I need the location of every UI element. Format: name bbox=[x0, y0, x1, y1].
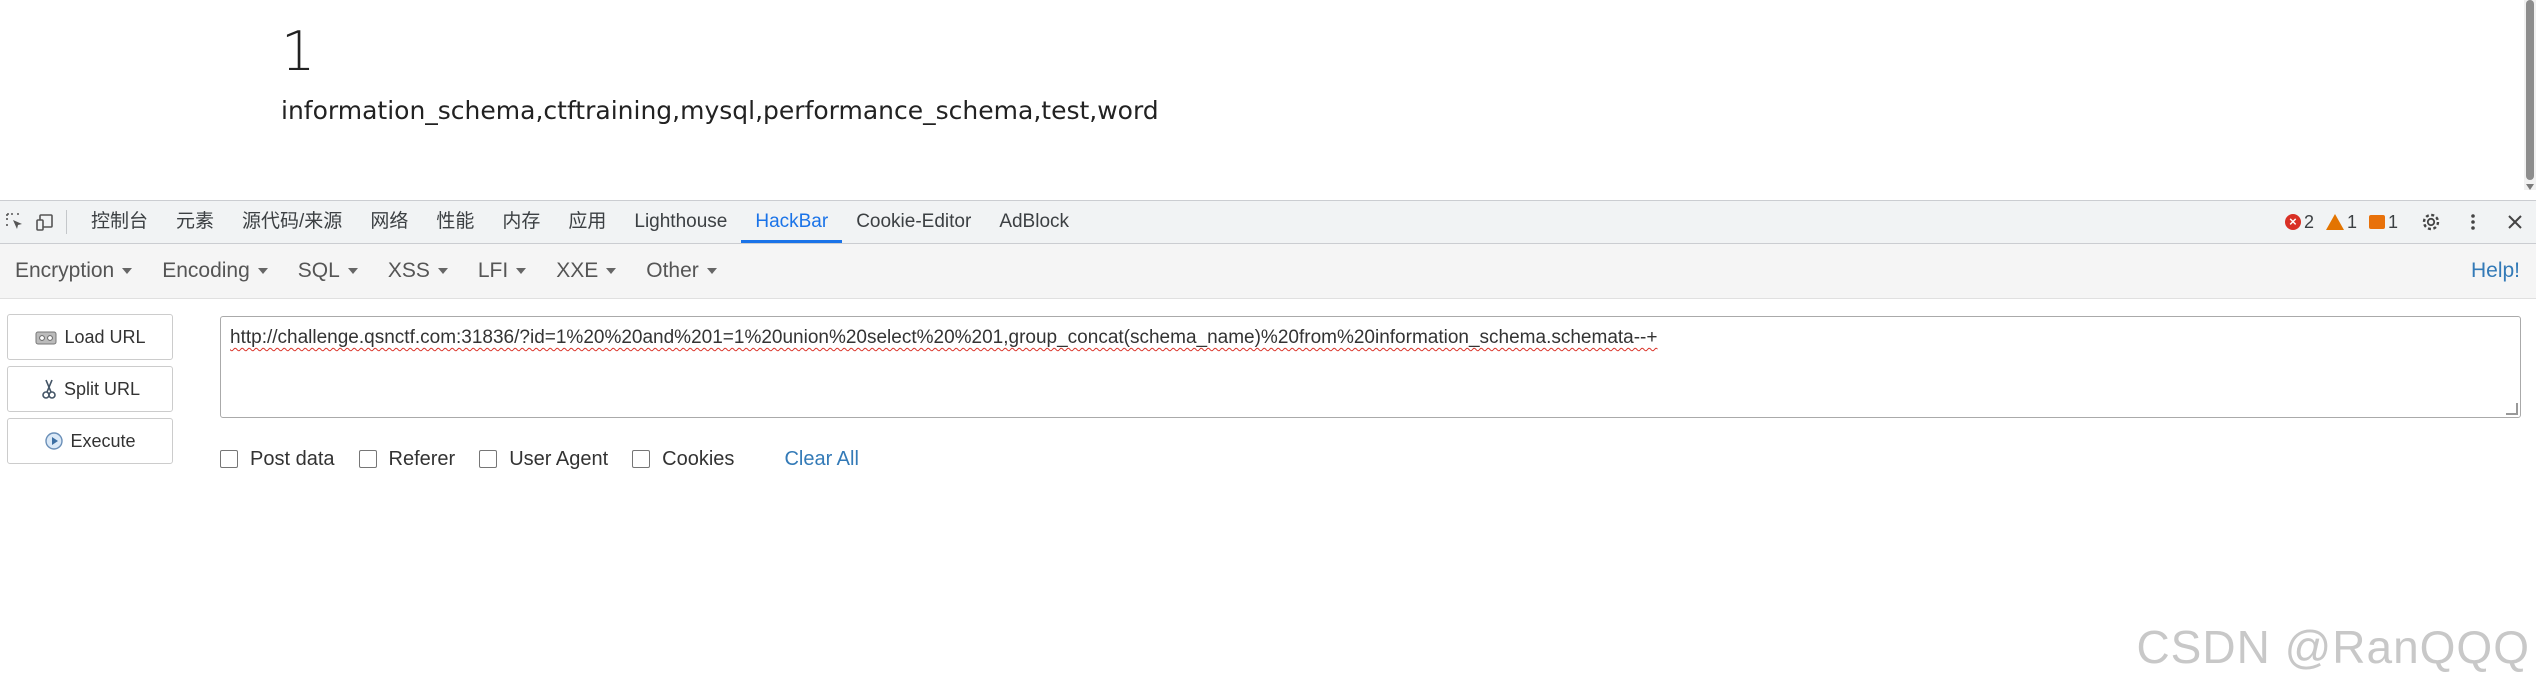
resize-handle-icon[interactable] bbox=[2506, 403, 2518, 415]
menu-encryption[interactable]: Encryption bbox=[0, 259, 147, 283]
execute-button[interactable]: Execute bbox=[7, 418, 173, 464]
user-agent-option[interactable]: User Agent bbox=[479, 448, 608, 471]
menu-encoding-label: Encoding bbox=[162, 259, 250, 282]
menu-xxe[interactable]: XXE bbox=[541, 259, 631, 283]
tab-elements[interactable]: 元素 bbox=[162, 201, 228, 243]
caret-down-icon bbox=[437, 268, 448, 274]
result-number: 1 bbox=[281, 20, 316, 83]
more-options-icon[interactable] bbox=[2452, 201, 2494, 243]
cookies-option[interactable]: Cookies bbox=[632, 448, 734, 471]
split-url-button[interactable]: Split URL bbox=[7, 366, 173, 412]
menu-sql[interactable]: SQL bbox=[283, 259, 373, 283]
menu-encoding[interactable]: Encoding bbox=[147, 259, 283, 283]
menu-lfi[interactable]: LFI bbox=[463, 259, 541, 283]
hackbar-options: Post data Referer User Agent Cookies Cle… bbox=[220, 444, 859, 474]
tab-adblock[interactable]: AdBlock bbox=[985, 201, 1083, 243]
error-count[interactable]: × 2 bbox=[2284, 211, 2314, 233]
load-url-button[interactable]: Load URL bbox=[7, 314, 173, 360]
menu-sql-label: SQL bbox=[297, 259, 340, 282]
watermark: CSDN @RanQQQ bbox=[2136, 621, 2530, 673]
split-url-label: Split URL bbox=[63, 378, 141, 399]
referer-label: Referer bbox=[388, 447, 456, 470]
url-text: http://challenge.qsnctf.com:31836/?id=1%… bbox=[230, 327, 1658, 348]
post-data-label: Post data bbox=[250, 447, 335, 470]
tab-console[interactable]: 控制台 bbox=[77, 201, 162, 243]
menu-other[interactable]: Other bbox=[631, 259, 732, 283]
menu-xss[interactable]: XSS bbox=[373, 259, 463, 283]
warning-count-value: 1 bbox=[2346, 211, 2357, 232]
warning-count[interactable]: 1 bbox=[2325, 211, 2357, 233]
load-url-icon bbox=[34, 327, 58, 347]
scissors-icon bbox=[40, 378, 58, 400]
tab-performance[interactable]: 性能 bbox=[422, 201, 488, 243]
tab-hackbar[interactable]: HackBar bbox=[741, 201, 843, 243]
info-count[interactable]: 1 bbox=[2368, 211, 2398, 233]
caret-down-icon bbox=[516, 268, 527, 274]
caret-down-icon bbox=[122, 268, 133, 274]
play-icon bbox=[44, 431, 64, 451]
load-url-label: Load URL bbox=[64, 326, 146, 347]
scroll-down-arrow-icon[interactable] bbox=[2526, 184, 2534, 190]
tab-network[interactable]: 网络 bbox=[356, 201, 422, 243]
result-text: information_schema,ctftraining,mysql,per… bbox=[281, 96, 1159, 125]
caret-down-icon bbox=[257, 268, 268, 274]
url-textarea[interactable]: http://challenge.qsnctf.com:31836/?id=1%… bbox=[220, 316, 2521, 418]
menu-xxe-label: XXE bbox=[556, 259, 599, 282]
tab-memory[interactable]: 内存 bbox=[488, 201, 554, 243]
user-agent-label: User Agent bbox=[509, 447, 609, 470]
cookies-label: Cookies bbox=[662, 447, 735, 470]
referer-option[interactable]: Referer bbox=[358, 447, 456, 471]
tab-sources[interactable]: 源代码/来源 bbox=[228, 201, 356, 243]
referer-checkbox[interactable] bbox=[358, 450, 377, 468]
issue-icon bbox=[2368, 215, 2385, 229]
page-content: 1 information_schema,ctftraining,mysql,p… bbox=[0, 0, 2536, 200]
menu-xss-label: XSS bbox=[387, 259, 430, 282]
hackbar-menubar: Encryption Encoding SQL XSS LFI XXE Othe… bbox=[0, 244, 2536, 299]
tab-application[interactable]: 应用 bbox=[554, 201, 620, 243]
cookies-checkbox[interactable] bbox=[632, 450, 651, 468]
menu-other-label: Other bbox=[646, 259, 699, 282]
scrollbar-thumb[interactable] bbox=[2526, 0, 2534, 180]
devtools-panel: 控制台 元素 源代码/来源 网络 性能 内存 应用 Lighthouse Hac… bbox=[0, 200, 2536, 690]
error-count-value: 2 bbox=[2303, 211, 2314, 232]
menu-lfi-label: LFI bbox=[477, 259, 509, 282]
tab-cookie-editor[interactable]: Cookie-Editor bbox=[842, 201, 985, 243]
help-link[interactable]: Help! bbox=[2471, 244, 2520, 298]
error-icon: × bbox=[2284, 214, 2301, 230]
caret-down-icon bbox=[347, 268, 358, 274]
inspect-element-icon[interactable] bbox=[0, 201, 30, 243]
device-toggle-icon[interactable] bbox=[30, 201, 60, 243]
info-count-value: 1 bbox=[2387, 211, 2398, 232]
tabbar-right-controls: × 2 1 1 bbox=[2284, 201, 2536, 243]
tab-lighthouse[interactable]: Lighthouse bbox=[620, 201, 741, 243]
close-devtools-icon[interactable] bbox=[2494, 201, 2536, 243]
caret-down-icon bbox=[606, 268, 617, 274]
menu-encryption-label: Encryption bbox=[15, 259, 115, 282]
caret-down-icon bbox=[706, 268, 717, 274]
user-agent-checkbox[interactable] bbox=[479, 450, 498, 468]
clear-all-link[interactable]: Clear All bbox=[784, 448, 858, 471]
settings-gear-icon[interactable] bbox=[2410, 201, 2452, 243]
hackbar-actions: Load URL Split URL Execute bbox=[7, 314, 175, 470]
post-data-checkbox[interactable] bbox=[220, 450, 238, 468]
post-data-option[interactable]: Post data bbox=[220, 448, 335, 471]
warning-icon bbox=[2325, 214, 2344, 230]
devtools-tabbar: 控制台 元素 源代码/来源 网络 性能 内存 应用 Lighthouse Hac… bbox=[0, 201, 2536, 244]
page-scrollbar[interactable] bbox=[2524, 0, 2536, 190]
tabbar-divider bbox=[66, 210, 67, 234]
execute-label: Execute bbox=[70, 430, 136, 451]
